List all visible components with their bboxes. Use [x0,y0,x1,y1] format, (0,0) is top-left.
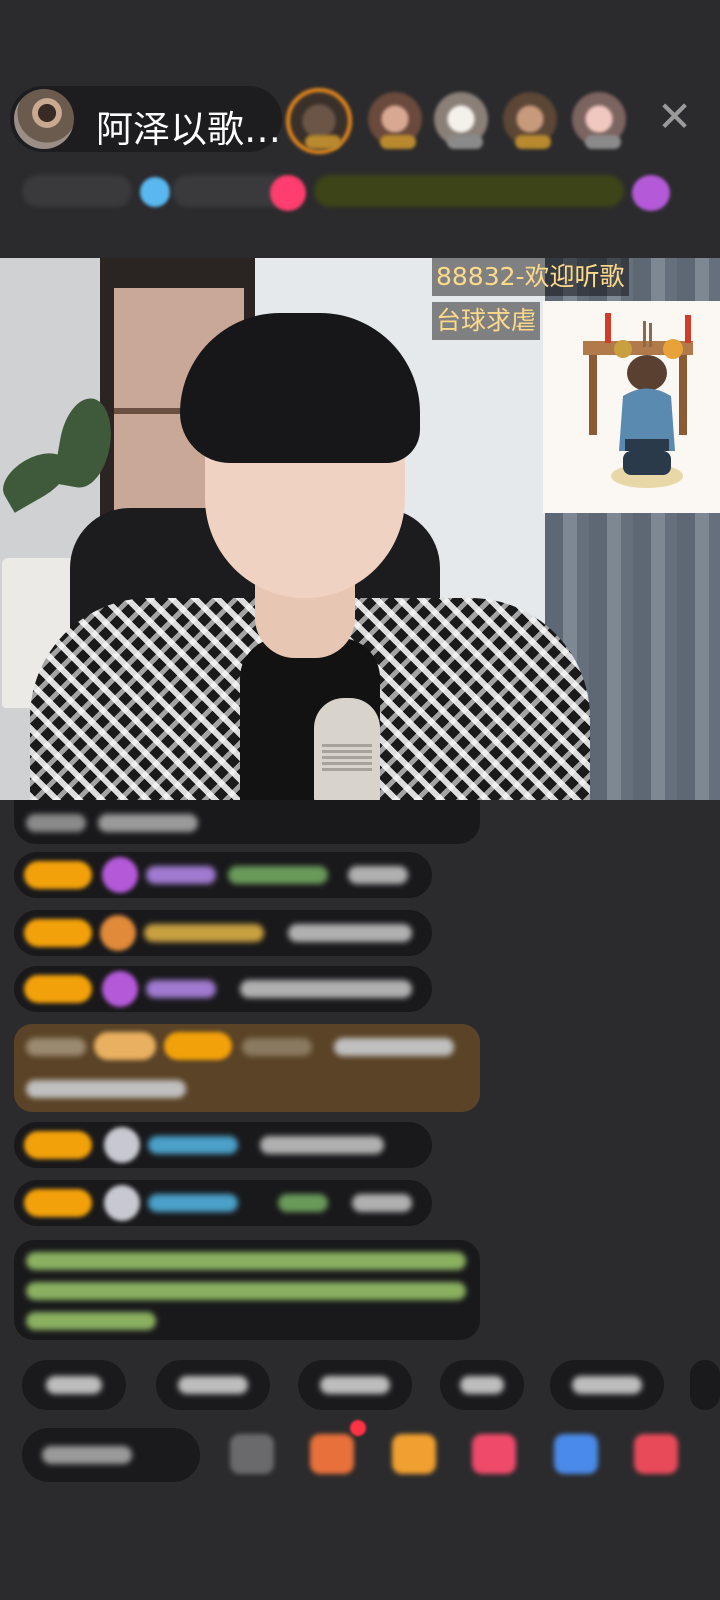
chat-message[interactable] [14,910,432,956]
streamer-hair [180,313,420,463]
activity-banner[interactable] [314,175,624,207]
level-badge [24,1189,92,1217]
gem-icon [102,857,138,893]
rank-chip[interactable] [22,175,132,207]
quick-reply-chip[interactable] [298,1360,412,1410]
chat-username[interactable] [148,1136,238,1154]
gem-icon [140,177,170,207]
chat-username[interactable] [146,866,216,884]
host-avatar[interactable] [14,89,74,149]
chat-username[interactable] [148,1194,238,1212]
quick-reply-chip[interactable] [690,1360,720,1410]
chat-username[interactable] [146,980,216,998]
fan-club-icon[interactable] [472,1434,516,1474]
close-icon[interactable]: ✕ [657,96,692,138]
emoji-icon[interactable] [230,1434,274,1474]
chat-username[interactable] [144,924,264,942]
heart-icon [270,175,306,211]
microphone [314,698,380,800]
live-video[interactable]: 88832-欢迎听歌 台球求虐 [0,258,720,800]
chat-input[interactable] [22,1428,200,1482]
overlay-text-line2: 台球求虐 [432,302,541,340]
level-badge [164,1032,232,1060]
system-notice [14,1240,480,1340]
gift-icon[interactable] [634,1434,678,1474]
level-badge [24,861,92,889]
praying-figure-icon [583,313,693,488]
viewer-rank-badge [305,135,341,149]
activity-icon [632,175,670,211]
host-info-pill[interactable]: 阿泽以歌… [10,86,282,152]
quick-reply-chip[interactable] [22,1360,126,1410]
overlay-text-line1: 88832-欢迎听歌 [432,258,629,296]
viewer-rank-badge [380,135,416,149]
chat-message[interactable] [14,852,432,898]
shop-icon[interactable] [392,1434,436,1474]
chat-message[interactable] [14,800,480,844]
host-name: 阿泽以歌… [96,108,281,151]
stats-row [22,175,692,215]
user-avatar[interactable] [104,1185,140,1221]
quick-reply-chip[interactable] [550,1360,664,1410]
level-badge [24,919,92,947]
praying-figure-sticker [543,301,720,513]
fan-club-icon [100,915,136,951]
quick-reply-chip[interactable] [156,1360,270,1410]
level-badge [24,1131,92,1159]
quick-reply-chip[interactable] [440,1360,524,1410]
chat-message[interactable] [14,1180,432,1226]
chat-message[interactable] [14,966,432,1012]
gift-badge [94,1032,156,1060]
user-avatar[interactable] [104,1127,140,1163]
share-icon[interactable] [554,1434,598,1474]
gift-message[interactable] [14,1024,480,1112]
viewer-rank-badge [447,135,483,149]
gem-icon [102,971,138,1007]
viewer-rank-badge [585,135,621,149]
level-badge [24,975,92,1003]
notification-dot [350,1420,366,1436]
chat-message[interactable] [14,1122,432,1168]
viewer-rank-badge [515,135,551,149]
game-icon[interactable] [310,1434,354,1474]
